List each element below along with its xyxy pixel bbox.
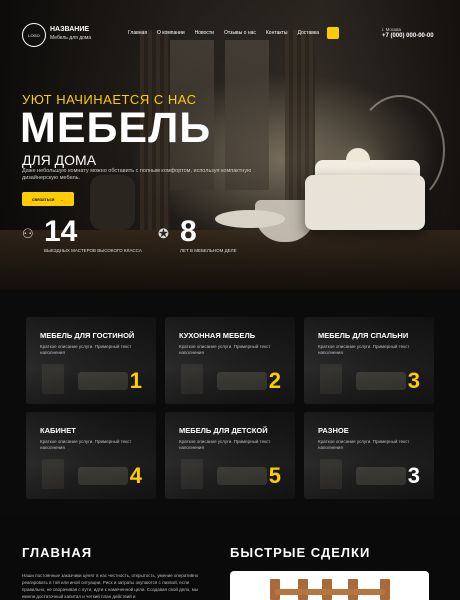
main-text: Наши постоянные заказчики ценят в нас че… (22, 573, 199, 599)
hero-description: Даже небольшую комнату можно обставить с… (22, 168, 252, 181)
hero-coffee-table (215, 210, 285, 228)
city-label: г. Москва (382, 27, 401, 32)
main-heading: ГЛАВНАЯ (22, 545, 93, 560)
service-card-kitchen[interactable]: КУХОННАЯ МЕБЕЛЬ Краткое описание услуги.… (165, 317, 295, 404)
hero-subtitle: ДЛЯ ДОМА (22, 152, 97, 168)
card-number: 4 (129, 463, 142, 488)
hero-armchair (90, 175, 135, 230)
menu-button[interactable] (327, 27, 339, 39)
card-number: 3 (407, 368, 420, 393)
nav-item-delivery[interactable]: Доставка (298, 30, 319, 36)
nav-item-about[interactable]: О компании (157, 30, 185, 36)
card-number: 1 (129, 368, 142, 393)
nav-item-home[interactable]: Главная (128, 30, 147, 36)
nav-item-reviews[interactable]: Отзывы о нас (224, 30, 256, 36)
card-description: Краткое описание услуги. Примерный текст… (40, 439, 132, 450)
logo[interactable]: LOGO (22, 23, 46, 47)
stat-masters-number: 14 (44, 215, 78, 248)
service-card-misc[interactable]: РАЗНОЕ Краткое описание услуги. Примерны… (304, 412, 434, 499)
card-title: КУХОННАЯ МЕБЕЛЬ (179, 331, 256, 340)
card-description: Краткое описание услуги. Примерный текст… (179, 439, 271, 450)
service-card-office[interactable]: КАБИНЕТ Краткое описание услуги. Примерн… (26, 412, 156, 499)
card-number: 5 (268, 463, 281, 488)
card-number: 3 (407, 463, 420, 488)
award-icon: ✪ (158, 226, 169, 241)
stat-years-number: 8 (180, 215, 197, 248)
hero-title: МЕБЕЛЬ (20, 104, 212, 152)
card-description: Краткое описание услуги. Примерный текст… (179, 344, 271, 355)
service-card-kids[interactable]: МЕБЕЛЬ ДЛЯ ДЕТСКОЙ Краткое описание услу… (165, 412, 295, 499)
brand-name: НАЗВАНИЕ (50, 26, 90, 33)
service-card-bedroom[interactable]: МЕБЕЛЬ ДЛЯ СПАЛЬНИ Краткое описание услу… (304, 317, 434, 404)
deal-image[interactable] (230, 571, 429, 600)
main-nav: Главная О компании Новости Отзывы о нас … (128, 30, 319, 36)
nav-item-contacts[interactable]: Контакты (266, 30, 288, 36)
hero-banner: LOGO НАЗВАНИЕ Мебель для дома Главная О … (0, 0, 460, 290)
service-card-living[interactable]: МЕБЕЛЬ ДЛЯ ГОСТИНОЙ Краткое описание усл… (26, 317, 156, 404)
site-header: LOGO НАЗВАНИЕ Мебель для дома Главная О … (0, 0, 460, 70)
card-title: МЕБЕЛЬ ДЛЯ ДЕТСКОЙ (179, 426, 268, 435)
hero-floor-lamp (355, 95, 445, 205)
card-description: Краткое описание услуги. Примерный текст… (318, 344, 410, 355)
card-title: КАБИНЕТ (40, 426, 76, 435)
contact-button[interactable]: связаться → (22, 192, 74, 206)
card-description: Краткое описание услуги. Примерный текст… (40, 344, 132, 355)
stat-years-text: ЛЕТ В МЕБЕЛЬНОМ ДЕЛЕ (180, 248, 237, 253)
arrow-right-icon: → (59, 196, 65, 202)
nav-item-news[interactable]: Новости (195, 30, 214, 36)
card-title: РАЗНОЕ (318, 426, 349, 435)
card-title: МЕБЕЛЬ ДЛЯ ГОСТИНОЙ (40, 331, 135, 340)
card-description: Краткое описание услуги. Примерный текст… (318, 439, 410, 450)
card-number: 2 (268, 368, 281, 393)
deals-heading: БЫСТРЫЕ СДЕЛКИ (230, 545, 371, 560)
people-icon: ⚇ (22, 226, 34, 241)
stat-masters-text: ВЫЕЗДНЫХ МАСТЕРОВ ВЫСОКОГО КЛАССА (44, 248, 142, 253)
card-title: МЕБЕЛЬ ДЛЯ СПАЛЬНИ (318, 331, 409, 340)
contact-button-label: связаться (31, 196, 55, 202)
table-image (275, 589, 385, 595)
brand-subtitle: Мебель для дома (50, 35, 92, 41)
phone-number[interactable]: +7 (000) 000-00-00 (382, 33, 434, 39)
